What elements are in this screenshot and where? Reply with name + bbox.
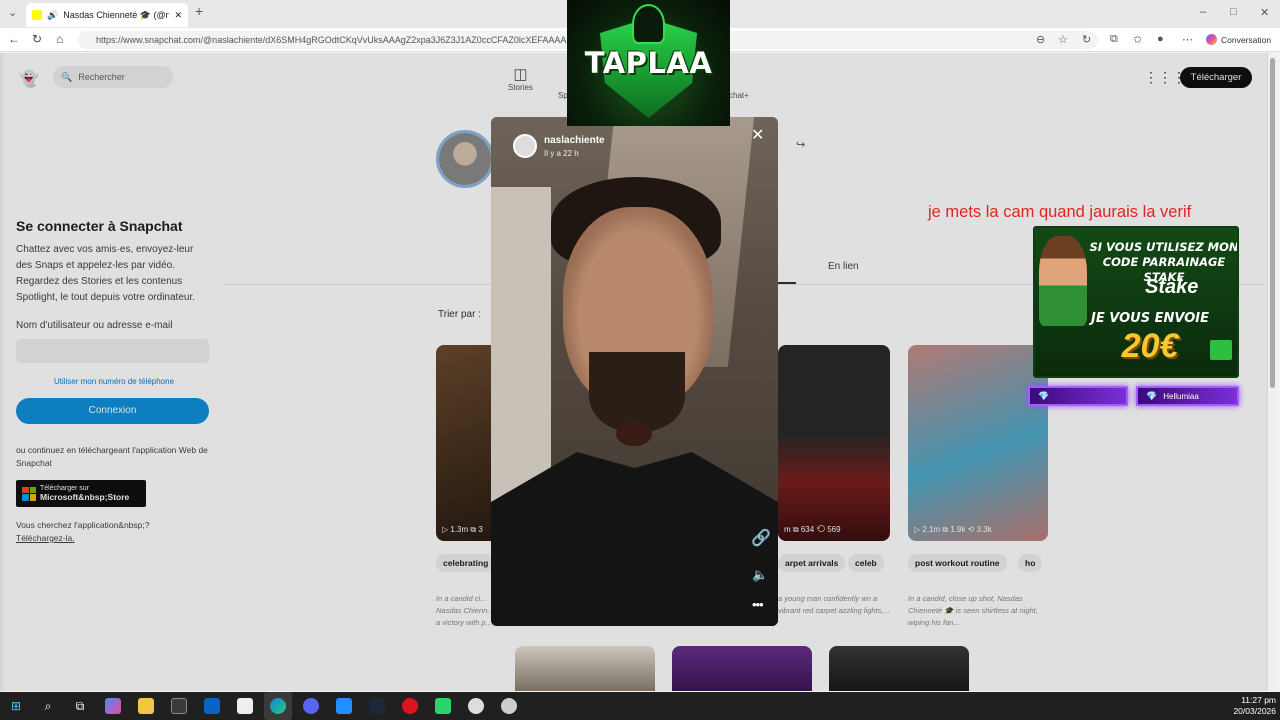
- edge-icon[interactable]: [270, 698, 286, 714]
- app-icon[interactable]: [468, 698, 484, 714]
- opera-icon[interactable]: [402, 698, 418, 714]
- story-avatar[interactable]: [513, 134, 537, 158]
- conversation-label: Conversation: [1221, 34, 1272, 45]
- system-clock[interactable]: 11:27 pm 20/03/2026: [1232, 695, 1276, 717]
- copilot-conversation[interactable]: Conversation: [1206, 34, 1271, 45]
- mail-icon[interactable]: [204, 698, 220, 714]
- file-explorer-icon[interactable]: [138, 698, 154, 714]
- minimize-icon[interactable]: –: [1200, 6, 1206, 18]
- story-username[interactable]: naslachiente: [544, 135, 605, 146]
- close-tab-icon[interactable]: ✕: [174, 10, 182, 21]
- copilot-icon[interactable]: [105, 698, 121, 714]
- story-image-mouth: [616, 422, 652, 446]
- link-icon[interactable]: 🔗: [751, 528, 771, 548]
- extensions-refresh-icon[interactable]: ↻: [1082, 33, 1091, 46]
- notepad-icon[interactable]: [237, 698, 253, 714]
- clock-date: 20/03/2026: [1233, 706, 1276, 716]
- windows-start-icon[interactable]: ⊞: [8, 698, 24, 714]
- taplaa-logo-text: TAPLAA: [584, 46, 713, 80]
- browser-tab[interactable]: 🔊 Nasdas Chienneté 🎓 (@nasl ✕: [26, 3, 188, 27]
- profile-icon[interactable]: ●: [1157, 33, 1164, 45]
- extensions-icon[interactable]: ⧉: [1110, 33, 1118, 46]
- favorites-icon[interactable]: ✩: [1133, 33, 1142, 46]
- subscriber-name: Hellumiaa: [1163, 391, 1199, 401]
- story-viewer[interactable]: naslachiente Il y a 22 h ✕ 🔗 🔈 •••: [491, 117, 778, 626]
- more-options-icon[interactable]: •••: [752, 597, 764, 612]
- maximize-icon[interactable]: □: [1230, 6, 1237, 18]
- hooded-figure-icon: [632, 4, 665, 44]
- reader-icon[interactable]: ⊖: [1036, 33, 1045, 46]
- obs-icon[interactable]: [501, 698, 517, 714]
- sub-alert-bar: 💎: [1028, 386, 1128, 406]
- close-icon[interactable]: ✕: [751, 125, 764, 145]
- taplaa-logo-overlay: TAPLAA: [567, 0, 730, 126]
- sound-icon[interactable]: 🔈: [752, 567, 768, 583]
- tab-actions-icon[interactable]: ⌄: [8, 6, 17, 19]
- stake-logo: Stake: [1145, 276, 1199, 298]
- search-icon[interactable]: ⌕: [40, 698, 56, 714]
- clock-time: 11:27 pm: [1241, 695, 1276, 705]
- stake-ad-overlay: SI VOUS UTILISEZ MON CODE PARRAINAGE STA…: [1033, 226, 1239, 378]
- app-icon[interactable]: [336, 698, 352, 714]
- story-image-beard: [589, 352, 685, 432]
- diamond-icon: 💎: [1038, 390, 1050, 401]
- sub-alert-bar: 💎 Hellumiaa: [1136, 386, 1239, 406]
- ad-line2: JE VOUS ENVOIE: [1091, 311, 1209, 326]
- new-tab-icon[interactable]: +: [195, 3, 203, 19]
- tab-title: Nasdas Chienneté 🎓 (@nasl: [63, 9, 170, 20]
- snapchat-favicon-icon: [32, 10, 42, 20]
- more-icon[interactable]: ⋯: [1182, 33, 1193, 46]
- page-scrollbar[interactable]: [1268, 53, 1277, 691]
- windows-taskbar: ⊞ ⌕ ⧉ 11:27 pm 20/03/2026: [0, 692, 1280, 720]
- app-icon[interactable]: [435, 698, 451, 714]
- diamond-icon: 💎: [1146, 390, 1158, 401]
- favorite-star-icon[interactable]: ☆: [1058, 33, 1068, 46]
- gift-icon: [1210, 340, 1232, 360]
- task-view-icon[interactable]: ⧉: [72, 698, 88, 714]
- stream-overlay-text: je mets la cam quand jaurais la verif: [928, 203, 1192, 221]
- home-icon[interactable]: ⌂: [56, 32, 63, 46]
- refresh-icon[interactable]: ↻: [32, 32, 42, 46]
- back-icon[interactable]: ←: [8, 32, 20, 46]
- ad-amount: 20€: [1121, 327, 1179, 365]
- store-icon[interactable]: [171, 698, 187, 714]
- speaker-icon[interactable]: 🔊: [47, 10, 58, 21]
- discord-icon[interactable]: [303, 698, 319, 714]
- close-window-icon[interactable]: ✕: [1260, 6, 1269, 19]
- steam-icon[interactable]: [369, 698, 385, 714]
- story-timestamp: Il y a 22 h: [544, 149, 579, 158]
- copilot-icon: [1206, 34, 1217, 45]
